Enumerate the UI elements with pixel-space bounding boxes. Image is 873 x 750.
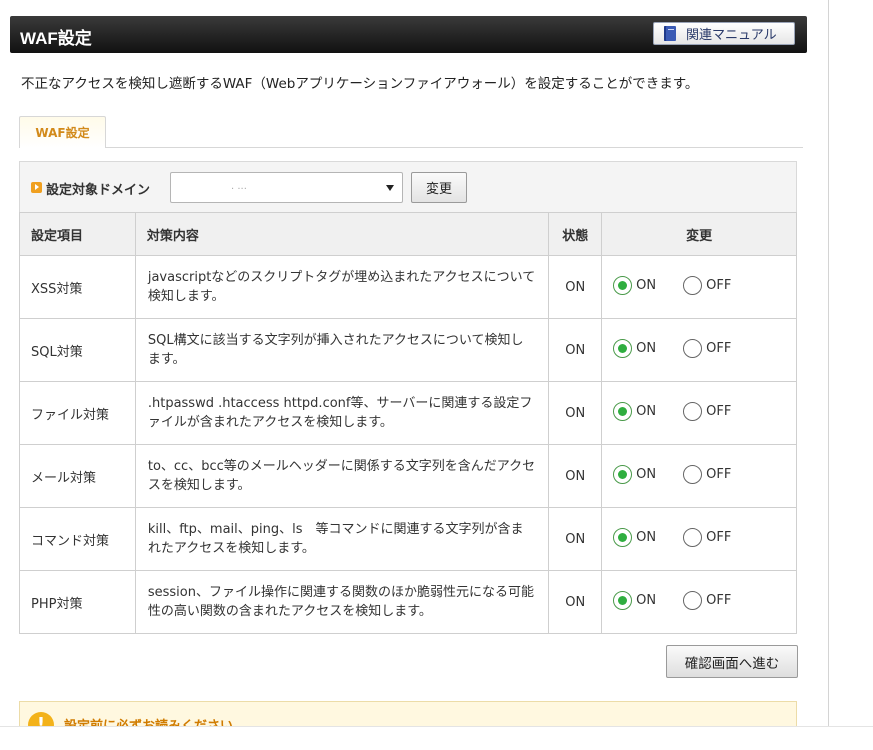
table-row: PHP対策 session、ファイル操作に関連する関数のほか脆弱性元になる可能性の…: [19, 570, 797, 634]
change-radio-group: ON OFF: [601, 255, 797, 319]
radio-off[interactable]: OFF: [683, 401, 732, 421]
page-right-border: [828, 0, 829, 750]
countermeasure-description: .htpasswd .htaccess httpd.conf等、サーバーに関連す…: [134, 381, 550, 445]
status-value: ON: [548, 570, 603, 634]
radio-on[interactable]: ON: [613, 527, 657, 547]
table-row: コマンド対策 kill、ftp、mail、ping、ls 等コマンドに関連する文字…: [19, 507, 797, 571]
radio-button-on[interactable]: [613, 464, 633, 484]
radio-off[interactable]: OFF: [683, 275, 732, 295]
waf-settings-table: 設定項目 対策内容 状態 変更 XSS対策 javascriptなどのスクリプトタ…: [19, 212, 797, 634]
status-value: ON: [548, 255, 603, 319]
radio-on[interactable]: ON: [613, 338, 657, 358]
radio-off-label: OFF: [706, 277, 732, 293]
radio-on-label: ON: [636, 340, 657, 356]
table-row: XSS対策 javascriptなどのスクリプトタグが埋め込まれたアクセスについて…: [19, 255, 797, 319]
header-change: 変更: [601, 212, 797, 256]
setting-item: コマンド対策: [19, 507, 136, 571]
domain-change-button[interactable]: 変更: [411, 172, 467, 203]
domain-select[interactable]: . ...: [170, 172, 403, 203]
radio-button-on[interactable]: [613, 401, 633, 421]
radio-button-off[interactable]: [683, 338, 703, 358]
radio-off-label: OFF: [706, 403, 732, 419]
header-status: 状態: [548, 212, 603, 256]
radio-off[interactable]: OFF: [683, 464, 732, 484]
page-description: 不正なアクセスを検知し遮断するWAF（Webアプリケーションファイアウォール）を…: [21, 76, 699, 92]
radio-on-label: ON: [636, 592, 657, 608]
change-radio-group: ON OFF: [601, 444, 797, 508]
related-manual-label: 関連マニュアル: [686, 28, 777, 43]
radio-on-label: ON: [636, 529, 657, 545]
countermeasure-description: session、ファイル操作に関連する関数のほか脆弱性元になる可能性の高い関数の…: [134, 570, 550, 634]
orange-arrow-icon: [31, 182, 42, 193]
radio-on-label: ON: [636, 403, 657, 419]
tab-divider: [19, 147, 803, 148]
radio-off-label: OFF: [706, 466, 732, 482]
radio-on-label: ON: [636, 277, 657, 293]
radio-button-off[interactable]: [683, 401, 703, 421]
radio-on[interactable]: ON: [613, 464, 657, 484]
setting-item: ファイル対策: [19, 381, 136, 445]
domain-select-value: . ...: [231, 181, 247, 192]
radio-off-label: OFF: [706, 340, 732, 356]
change-radio-group: ON OFF: [601, 570, 797, 634]
table-header-row: 設定項目 対策内容 状態 変更: [19, 212, 797, 256]
table-row: メール対策 to、cc、bcc等のメールヘッダーに関係する文字列を含んだアクセスを…: [19, 444, 797, 508]
domain-label: 設定対象ドメイン: [46, 183, 151, 198]
header-setting-item: 設定項目: [19, 212, 136, 256]
countermeasure-description: SQL構文に該当する文字列が挿入されたアクセスについて検知します。: [134, 318, 550, 382]
radio-button-on[interactable]: [613, 338, 633, 358]
radio-button-off[interactable]: [683, 527, 703, 547]
radio-button-off[interactable]: [683, 590, 703, 610]
table-row: SQL対策 SQL構文に該当する文字列が挿入されたアクセスについて検知します。 ON…: [19, 318, 797, 382]
radio-on[interactable]: ON: [613, 275, 657, 295]
radio-off[interactable]: OFF: [683, 590, 732, 610]
radio-on[interactable]: ON: [613, 401, 657, 421]
table-row: ファイル対策 .htpasswd .htaccess httpd.conf等、サー…: [19, 381, 797, 445]
related-manual-button[interactable]: 関連マニュアル: [653, 22, 795, 45]
status-value: ON: [548, 381, 603, 445]
radio-off-label: OFF: [706, 529, 732, 545]
change-radio-group: ON OFF: [601, 381, 797, 445]
status-value: ON: [548, 507, 603, 571]
proceed-to-confirm-button[interactable]: 確認画面へ進む: [666, 645, 798, 678]
tab-waf-settings[interactable]: WAF設定: [19, 116, 106, 148]
radio-off[interactable]: OFF: [683, 338, 732, 358]
page-title: WAF設定: [20, 29, 92, 48]
status-value: ON: [548, 444, 603, 508]
radio-button-on[interactable]: [613, 275, 633, 295]
radio-off-label: OFF: [706, 592, 732, 608]
setting-item: PHP対策: [19, 570, 136, 634]
header-countermeasure: 対策内容: [134, 212, 550, 256]
chevron-down-icon: [386, 185, 394, 191]
radio-button-on[interactable]: [613, 527, 633, 547]
status-value: ON: [548, 318, 603, 382]
setting-item: SQL対策: [19, 318, 136, 382]
radio-button-off[interactable]: [683, 275, 703, 295]
setting-item: メール対策: [19, 444, 136, 508]
setting-item: XSS対策: [19, 255, 136, 319]
book-icon: [664, 26, 676, 41]
radio-button-off[interactable]: [683, 464, 703, 484]
change-radio-group: ON OFF: [601, 507, 797, 571]
change-radio-group: ON OFF: [601, 318, 797, 382]
countermeasure-description: kill、ftp、mail、ping、ls 等コマンドに関連する文字列が含まれた…: [134, 507, 550, 571]
radio-off[interactable]: OFF: [683, 527, 732, 547]
page-header: WAF設定 関連マニュアル: [10, 16, 807, 53]
radio-on-label: ON: [636, 466, 657, 482]
countermeasure-description: to、cc、bcc等のメールヘッダーに関係する文字列を含んだアクセスを検知します…: [134, 444, 550, 508]
domain-selector-row: 設定対象ドメイン . ... 変更: [19, 161, 797, 213]
viewport-bottom-edge: [0, 726, 873, 750]
radio-on[interactable]: ON: [613, 590, 657, 610]
radio-button-on[interactable]: [613, 590, 633, 610]
countermeasure-description: javascriptなどのスクリプトタグが埋め込まれたアクセスについて検知します…: [134, 255, 550, 319]
